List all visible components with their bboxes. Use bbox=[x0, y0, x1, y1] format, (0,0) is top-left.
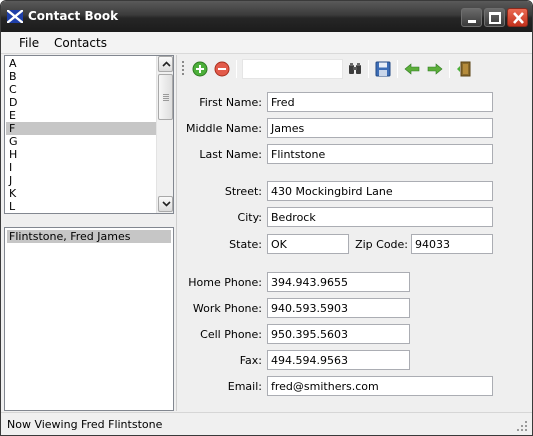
save-button[interactable] bbox=[373, 59, 393, 79]
last-name-label: Last Name: bbox=[199, 148, 262, 161]
first-name-field[interactable]: Fred bbox=[267, 92, 493, 112]
menu-contacts[interactable]: Contacts bbox=[54, 36, 107, 50]
exit-button[interactable] bbox=[454, 59, 474, 79]
city-field[interactable]: Bedrock bbox=[267, 207, 493, 227]
add-contact-icon bbox=[192, 61, 208, 77]
scottish-flag-icon bbox=[6, 9, 24, 24]
close-button[interactable] bbox=[507, 8, 528, 27]
letter-item[interactable]: L bbox=[6, 200, 156, 213]
contact-detail-pane: First Name: Fred Middle Name: James Last… bbox=[176, 55, 532, 411]
status-text: Now Viewing Fred Flintstone bbox=[7, 418, 163, 431]
toolbar-separator bbox=[236, 60, 237, 78]
toolbar-separator bbox=[449, 60, 450, 78]
toolbar-separator bbox=[368, 60, 369, 78]
status-bar: Now Viewing Fred Flintstone bbox=[1, 412, 532, 435]
search-button[interactable] bbox=[345, 59, 365, 79]
cell-phone-label: Cell Phone: bbox=[200, 328, 262, 341]
zip-code-label: Zip Code: bbox=[355, 238, 408, 251]
letter-item[interactable]: B bbox=[6, 70, 156, 83]
remove-contact-button[interactable] bbox=[212, 59, 232, 79]
window-title: Contact Book bbox=[28, 9, 119, 23]
close-icon bbox=[513, 12, 524, 24]
letter-item[interactable]: K bbox=[6, 187, 156, 200]
chevron-up-icon bbox=[162, 61, 171, 67]
add-contact-button[interactable] bbox=[190, 59, 210, 79]
floppy-disk-icon bbox=[375, 61, 391, 77]
work-phone-label: Work Phone: bbox=[192, 302, 262, 315]
binoculars-icon bbox=[349, 63, 361, 74]
fax-field[interactable]: 494.594.9563 bbox=[267, 350, 410, 370]
letter-list[interactable]: A B C D E F G H I J K L bbox=[4, 55, 174, 214]
menu-file[interactable]: File bbox=[19, 36, 39, 50]
letter-item[interactable]: D bbox=[6, 96, 156, 109]
scroll-thumb[interactable] bbox=[158, 74, 173, 120]
letter-item[interactable]: E bbox=[6, 109, 156, 122]
cell-phone-field[interactable]: 950.395.5603 bbox=[267, 324, 410, 344]
toolbar-grip[interactable] bbox=[182, 61, 184, 77]
work-phone-field[interactable]: 940.593.5903 bbox=[267, 298, 410, 318]
letter-item[interactable]: I bbox=[6, 161, 156, 174]
contact-list-item[interactable]: Flintstone, Fred James bbox=[7, 230, 171, 243]
street-label: Street: bbox=[224, 185, 262, 198]
state-label: State: bbox=[229, 238, 262, 251]
city-label: City: bbox=[237, 211, 262, 224]
maximize-icon bbox=[489, 12, 501, 24]
resize-grip-icon[interactable] bbox=[516, 420, 528, 432]
last-name-field[interactable]: Flintstone bbox=[267, 144, 493, 164]
toolbar-separator bbox=[397, 60, 398, 78]
arrow-left-icon bbox=[404, 63, 420, 75]
scroll-up-button[interactable] bbox=[158, 56, 173, 72]
email-label: Email: bbox=[227, 380, 262, 393]
contact-list[interactable]: Flintstone, Fred James bbox=[4, 227, 174, 411]
home-phone-label: Home Phone: bbox=[188, 276, 262, 289]
street-field[interactable]: 430 Mockingbird Lane bbox=[267, 181, 493, 201]
minimize-icon bbox=[468, 20, 476, 23]
letter-item[interactable]: C bbox=[6, 83, 156, 96]
scroll-down-button[interactable] bbox=[158, 196, 173, 212]
next-contact-button[interactable] bbox=[425, 59, 445, 79]
exit-door-icon bbox=[457, 61, 471, 77]
minimize-button[interactable] bbox=[461, 8, 482, 27]
chevron-down-icon bbox=[162, 201, 171, 207]
letter-item[interactable]: A bbox=[6, 57, 156, 70]
maximize-button[interactable] bbox=[484, 8, 505, 27]
remove-contact-icon bbox=[214, 61, 230, 77]
first-name-label: First Name: bbox=[199, 96, 262, 109]
title-bar[interactable]: Contact Book bbox=[1, 1, 532, 32]
letter-list-scrollbar[interactable] bbox=[156, 56, 173, 213]
middle-name-field[interactable]: James bbox=[267, 118, 493, 138]
letter-item[interactable]: H bbox=[6, 148, 156, 161]
fax-label: Fax: bbox=[239, 354, 262, 367]
email-field[interactable]: fred@smithers.com bbox=[267, 376, 493, 396]
zip-code-field[interactable]: 94033 bbox=[411, 234, 493, 254]
letter-item-selected[interactable]: F bbox=[6, 122, 156, 135]
search-input[interactable] bbox=[242, 59, 343, 79]
menu-bar: File Contacts bbox=[1, 32, 532, 54]
arrow-right-icon bbox=[427, 63, 443, 75]
toolbar bbox=[179, 57, 529, 81]
previous-contact-button[interactable] bbox=[402, 59, 422, 79]
letter-item[interactable]: G bbox=[6, 135, 156, 148]
home-phone-field[interactable]: 394.943.9655 bbox=[267, 272, 410, 292]
middle-name-label: Middle Name: bbox=[186, 122, 262, 135]
app-window: Contact Book File Contacts A B C D E F G… bbox=[0, 0, 533, 436]
letter-item[interactable]: J bbox=[6, 174, 156, 187]
